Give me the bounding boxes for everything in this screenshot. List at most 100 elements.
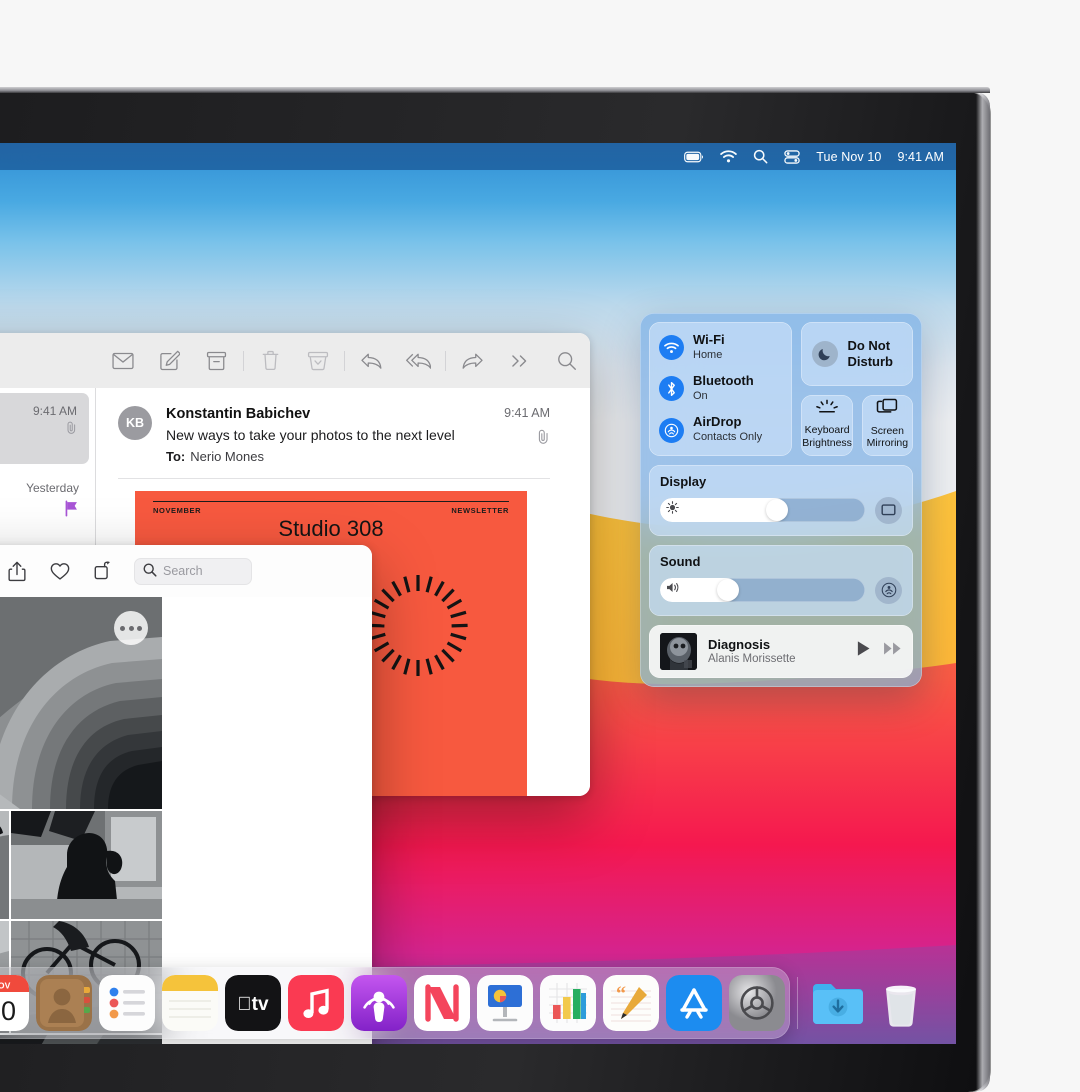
mailbox-icon[interactable] [99, 344, 146, 378]
archive-icon[interactable] [193, 344, 240, 378]
display-icon[interactable] [875, 496, 902, 524]
forward-icon[interactable] [449, 344, 496, 378]
search-icon[interactable] [543, 344, 590, 378]
now-playing-widget[interactable]: Diagnosis Alanis Morissette [649, 624, 913, 678]
control-center[interactable]: Wi-Fi Home Bluetooth On AirDrop Contacts… [640, 313, 922, 687]
divider [118, 478, 550, 479]
volume-slider[interactable] [660, 578, 865, 603]
airdrop-labels: AirDrop Contacts Only [693, 415, 762, 444]
keyboard-brightness-control[interactable]: Keyboard Brightness [801, 395, 853, 456]
wifi-icon [659, 335, 684, 361]
rotate-icon[interactable] [81, 556, 124, 586]
battery-icon[interactable] [684, 151, 704, 163]
toolbar-divider [344, 350, 345, 371]
screen-mirroring-control[interactable]: Screen Mirroring [861, 395, 913, 456]
display-label: Display [660, 473, 707, 489]
menu-bar: Tue Nov 10 9:41 AM [0, 143, 956, 170]
spotlight-search-icon[interactable] [753, 149, 768, 164]
svg-text:NOV: NOV [0, 981, 11, 991]
display-panel: Display [649, 464, 913, 536]
speaker-icon [666, 581, 681, 599]
wifi-control[interactable]: Wi-Fi Home [659, 332, 782, 362]
more-chevrons-icon[interactable] [496, 344, 543, 378]
play-icon[interactable] [856, 640, 871, 662]
bluetooth-subtitle: On [693, 390, 708, 403]
dock-item-reminders[interactable] [99, 975, 155, 1031]
svg-text:10: 10 [0, 996, 16, 1026]
dnd-labels: Do Not Disturb [847, 338, 893, 370]
paperclip-icon[interactable] [504, 429, 550, 449]
dock-divider [797, 977, 798, 1029]
dock-item-numbers[interactable] [540, 975, 596, 1031]
screen: Tue Nov 10 9:41 AM 9:41 AM Yesterday KB … [0, 143, 956, 1044]
photo-thumbnail[interactable] [0, 811, 9, 919]
delete-icon[interactable] [247, 344, 294, 378]
sound-label: Sound [660, 553, 701, 569]
dock-item-trash[interactable] [873, 975, 929, 1031]
airdrop-control[interactable]: AirDrop Contacts Only [659, 415, 782, 444]
dock[interactable]: NOV 10 [0, 967, 916, 1039]
sm-line-2: Mirroring [866, 437, 909, 450]
compose-icon[interactable] [146, 344, 193, 378]
kb-line-1: Keyboard [804, 424, 850, 437]
fast-forward-icon[interactable] [883, 641, 902, 661]
heart-icon[interactable] [38, 556, 81, 586]
moon-icon [812, 341, 839, 367]
poster-title: Studio 308 [278, 516, 384, 541]
brightness-slider[interactable] [660, 498, 865, 523]
photo-thumbnail[interactable] [11, 811, 162, 919]
ellipsis-icon[interactable] [114, 611, 148, 645]
mail-time: Yesterday [26, 481, 79, 495]
control-center-square-row: Keyboard Brightness Screen Mirroring [801, 395, 913, 456]
control-center-right-column: Do Not Disturb Keyboard Brightness Scree… [801, 322, 913, 456]
dock-item-appletv[interactable]: tv [225, 975, 281, 1031]
bluetooth-control[interactable]: Bluetooth On [659, 373, 782, 403]
airdrop-icon [659, 417, 684, 443]
reply-all-icon[interactable] [395, 344, 442, 378]
wifi-labels: Wi-Fi Home [693, 332, 725, 362]
dock-item-appstore[interactable] [666, 975, 722, 1031]
do-not-disturb-control[interactable]: Do Not Disturb [801, 322, 913, 386]
mail-list-item[interactable]: Babichev 9:41 AM take your photos to... [0, 393, 89, 464]
brightness-icon [666, 501, 679, 519]
dnd-line-2: Disturb [847, 354, 893, 369]
control-center-icon[interactable] [784, 149, 801, 164]
sound-panel: Sound [649, 544, 913, 616]
dnd-line-1: Do Not [847, 338, 891, 354]
dock-item-keynote[interactable] [477, 975, 533, 1031]
dock-item-calendar[interactable]: NOV 10 [0, 975, 29, 1031]
sm-line-1: Screen [870, 424, 904, 437]
junk-icon[interactable] [294, 344, 341, 378]
poster-rule [153, 501, 509, 502]
mail-toolbar [0, 333, 590, 388]
bluetooth-labels: Bluetooth On [693, 373, 754, 403]
airplay-audio-icon[interactable] [875, 576, 902, 604]
mail-received-time: 9:41 AM [504, 406, 550, 420]
menubar-date: Tue Nov 10 [816, 149, 882, 164]
toolbar-divider [243, 350, 244, 371]
screen-mirroring-labels: Screen Mirroring [867, 425, 908, 450]
bluetooth-title: Bluetooth [693, 373, 754, 389]
dock-item-news[interactable] [414, 975, 470, 1031]
bezel-top-edge [0, 87, 990, 93]
dock-item-contacts[interactable] [36, 975, 92, 1031]
photo-thumbnail[interactable] [0, 597, 162, 809]
dock-item-notes[interactable] [162, 975, 218, 1031]
dock-item-pages[interactable]: “ [603, 975, 659, 1031]
dock-item-downloads-folder[interactable] [810, 975, 866, 1031]
bluetooth-icon [659, 376, 684, 402]
keyboard-brightness-labels: Keyboard Brightness [802, 424, 852, 449]
dock-item-podcasts[interactable] [351, 975, 407, 1031]
dock-item-music[interactable] [288, 975, 344, 1031]
search-input[interactable]: Search [134, 557, 252, 585]
dock-item-system-preferences[interactable] [729, 975, 785, 1031]
wifi-subtitle: Home [693, 348, 723, 361]
wifi-icon[interactable] [720, 150, 738, 163]
share-icon[interactable] [0, 556, 38, 586]
connectivity-tile: Wi-Fi Home Bluetooth On AirDrop Contacts… [649, 322, 793, 456]
sunburst-icon [363, 571, 473, 681]
playback-controls [856, 640, 902, 662]
bezel-edge-highlight [976, 92, 990, 1092]
reply-icon[interactable] [348, 344, 395, 378]
track-title: Diagnosis [708, 637, 771, 653]
